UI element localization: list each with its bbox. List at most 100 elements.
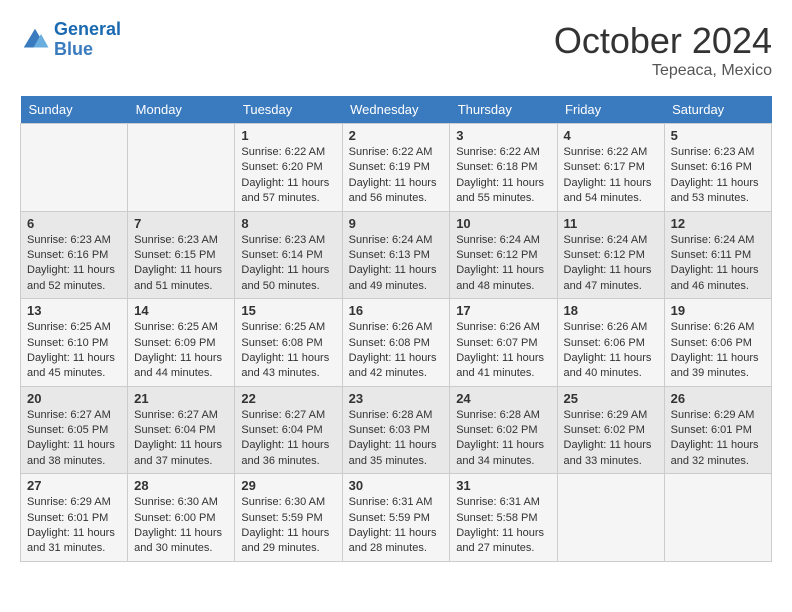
day-number: 28: [134, 478, 228, 493]
sunset-text: Sunset: 6:11 PM: [671, 249, 752, 261]
calendar-week-row: 13Sunrise: 6:25 AMSunset: 6:10 PMDayligh…: [21, 299, 772, 387]
calendar-week-row: 27 Sunrise: 6:29 AMSunset: 6:01 PMDayligh…: [21, 474, 772, 562]
daylight-text: Daylight: 11 hours and 40 minutes.: [564, 352, 652, 379]
day-info: Sunrise: 6:30 AMSunset: 6:00 PMDaylight:…: [134, 495, 228, 557]
day-info: Sunrise: 6:29 AMSunset: 6:01 PMDaylight:…: [27, 495, 121, 557]
sunset-text: Sunset: 5:58 PM: [456, 512, 537, 524]
calendar-cell: 13Sunrise: 6:25 AMSunset: 6:10 PMDayligh…: [21, 299, 128, 387]
daylight-text: Daylight: 11 hours and 52 minutes.: [27, 264, 115, 291]
day-info: Sunrise: 6:23 AMSunset: 6:14 PMDaylight:…: [241, 233, 335, 295]
calendar-week-row: 20Sunrise: 6:27 AMSunset: 6:05 PMDayligh…: [21, 386, 772, 474]
day-info: Sunrise: 6:30 AMSunset: 5:59 PMDaylight:…: [241, 495, 335, 557]
sunrise-text: Sunrise: 6:29 AM: [27, 496, 111, 508]
weekday-header-tuesday: Tuesday: [235, 96, 342, 124]
sunrise-text: Sunrise: 6:23 AM: [27, 234, 111, 246]
sunrise-text: Sunrise: 6:24 AM: [349, 234, 433, 246]
day-number: 10: [456, 216, 550, 231]
calendar-cell: 17Sunrise: 6:26 AMSunset: 6:07 PMDayligh…: [450, 299, 557, 387]
calendar-cell: 1Sunrise: 6:22 AMSunset: 6:20 PMDaylight…: [235, 124, 342, 212]
sunrise-text: Sunrise: 6:31 AM: [349, 496, 433, 508]
calendar-cell: 27 Sunrise: 6:29 AMSunset: 6:01 PMDayligh…: [21, 474, 128, 562]
sunrise-text: Sunrise: 6:22 AM: [241, 146, 325, 158]
day-number: 23: [349, 391, 444, 406]
sunset-text: Sunset: 6:02 PM: [456, 424, 537, 436]
sunset-text: Sunset: 6:16 PM: [671, 161, 752, 173]
sunset-text: Sunset: 6:03 PM: [349, 424, 430, 436]
day-info: Sunrise: 6:22 AMSunset: 6:18 PMDaylight:…: [456, 145, 550, 207]
daylight-text: Daylight: 11 hours and 33 minutes.: [564, 439, 652, 466]
calendar-cell: [557, 474, 664, 562]
sunset-text: Sunset: 6:16 PM: [27, 249, 108, 261]
day-number: 21: [134, 391, 228, 406]
calendar-cell: 14Sunrise: 6:25 AMSunset: 6:09 PMDayligh…: [128, 299, 235, 387]
sunrise-text: Sunrise: 6:25 AM: [241, 321, 325, 333]
day-number: 8: [241, 216, 335, 231]
calendar-cell: 19Sunrise: 6:26 AMSunset: 6:06 PMDayligh…: [664, 299, 771, 387]
daylight-text: Daylight: 11 hours and 56 minutes.: [349, 177, 437, 204]
day-info: Sunrise: 6:29 AMSunset: 6:01 PMDaylight:…: [671, 408, 765, 470]
day-info: Sunrise: 6:23 AM Sunset: 6:16 PM Daylight:…: [27, 233, 121, 295]
sunrise-text: Sunrise: 6:27 AM: [134, 409, 218, 421]
day-info: Sunrise: 6:25 AMSunset: 6:08 PMDaylight:…: [241, 320, 335, 382]
daylight-text: Daylight: 11 hours and 42 minutes.: [349, 352, 437, 379]
daylight-text: Daylight: 11 hours and 29 minutes.: [241, 527, 329, 554]
weekday-header-monday: Monday: [128, 96, 235, 124]
sunset-text: Sunset: 6:02 PM: [564, 424, 645, 436]
calendar-cell: 30Sunrise: 6:31 AMSunset: 5:59 PMDayligh…: [342, 474, 450, 562]
sunset-text: Sunset: 5:59 PM: [241, 512, 322, 524]
daylight-text: Daylight: 11 hours and 54 minutes.: [564, 177, 652, 204]
calendar-cell: 10 Sunrise: 6:24 AM Sunset: 6:12 PM Dayligh…: [450, 211, 557, 299]
sunset-text: Sunset: 6:14 PM: [241, 249, 322, 261]
calendar-cell: [664, 474, 771, 562]
sunset-text: Sunset: 6:09 PM: [134, 337, 215, 349]
day-info: Sunrise: 6:24 AMSunset: 6:13 PMDaylight:…: [349, 233, 444, 295]
day-info: Sunrise: 6:26 AMSunset: 6:08 PMDaylight:…: [349, 320, 444, 382]
daylight-text: Daylight: 11 hours and 37 minutes.: [134, 439, 222, 466]
daylight-text: Daylight: 11 hours and 53 minutes.: [671, 177, 759, 204]
sunset-text: Sunset: 6:12 PM: [564, 249, 645, 261]
sunset-text: Sunset: 6:12 PM: [456, 249, 537, 261]
sunset-text: Sunset: 6:04 PM: [134, 424, 215, 436]
day-number: 13: [27, 303, 121, 318]
sunset-text: Sunset: 6:01 PM: [671, 424, 752, 436]
day-number: 27: [27, 478, 121, 493]
sunset-text: Sunset: 6:13 PM: [349, 249, 430, 261]
calendar-cell: 20Sunrise: 6:27 AMSunset: 6:05 PMDayligh…: [21, 386, 128, 474]
daylight-text: Daylight: 11 hours and 41 minutes.: [456, 352, 544, 379]
calendar-cell: 7Sunrise: 6:23 AMSunset: 6:15 PMDaylight…: [128, 211, 235, 299]
sunrise-text: Sunrise: 6:28 AM: [349, 409, 433, 421]
sunset-text: Sunset: 6:17 PM: [564, 161, 645, 173]
calendar-cell: 26Sunrise: 6:29 AMSunset: 6:01 PMDayligh…: [664, 386, 771, 474]
day-number: 7: [134, 216, 228, 231]
day-info: Sunrise: 6:28 AMSunset: 6:03 PMDaylight:…: [349, 408, 444, 470]
calendar-cell: 4Sunrise: 6:22 AMSunset: 6:17 PMDaylight…: [557, 124, 664, 212]
day-info: Sunrise: 6:25 AMSunset: 6:09 PMDaylight:…: [134, 320, 228, 382]
location-subtitle: Tepeaca, Mexico: [554, 62, 772, 80]
day-number: 25: [564, 391, 658, 406]
day-number: 2: [349, 128, 444, 143]
sunrise-text: Sunrise: 6:26 AM: [564, 321, 648, 333]
sunrise-text: Sunrise: 6:27 AM: [27, 409, 111, 421]
day-number: 30: [349, 478, 444, 493]
weekday-header-sunday: Sunday: [21, 96, 128, 124]
day-number: 9: [349, 216, 444, 231]
daylight-text: Daylight: 11 hours and 28 minutes.: [349, 527, 437, 554]
sunset-text: Sunset: 6:08 PM: [349, 337, 430, 349]
day-number: 4: [564, 128, 658, 143]
daylight-text: Daylight: 11 hours and 30 minutes.: [134, 527, 222, 554]
calendar-cell: 5Sunrise: 6:23 AMSunset: 6:16 PMDaylight…: [664, 124, 771, 212]
day-number: 31: [456, 478, 550, 493]
day-number: 12: [671, 216, 765, 231]
sunrise-text: Sunrise: 6:26 AM: [671, 321, 755, 333]
sunrise-text: Sunrise: 6:22 AM: [456, 146, 540, 158]
sunset-text: Sunset: 6:00 PM: [134, 512, 215, 524]
sunrise-text: Sunrise: 6:24 AM: [456, 234, 540, 246]
sunrise-text: Sunrise: 6:23 AM: [134, 234, 218, 246]
day-number: 16: [349, 303, 444, 318]
calendar-cell: 11Sunrise: 6:24 AMSunset: 6:12 PMDayligh…: [557, 211, 664, 299]
day-info: Sunrise: 6:23 AMSunset: 6:16 PMDaylight:…: [671, 145, 765, 207]
day-number: 20: [27, 391, 121, 406]
daylight-text: Daylight: 11 hours and 48 minutes.: [456, 264, 544, 291]
calendar-week-row: 6Sunrise: 6:23 AMSunset: 6:16 PMDaylight…: [21, 211, 772, 299]
sunrise-text: Sunrise: 6:28 AM: [456, 409, 540, 421]
